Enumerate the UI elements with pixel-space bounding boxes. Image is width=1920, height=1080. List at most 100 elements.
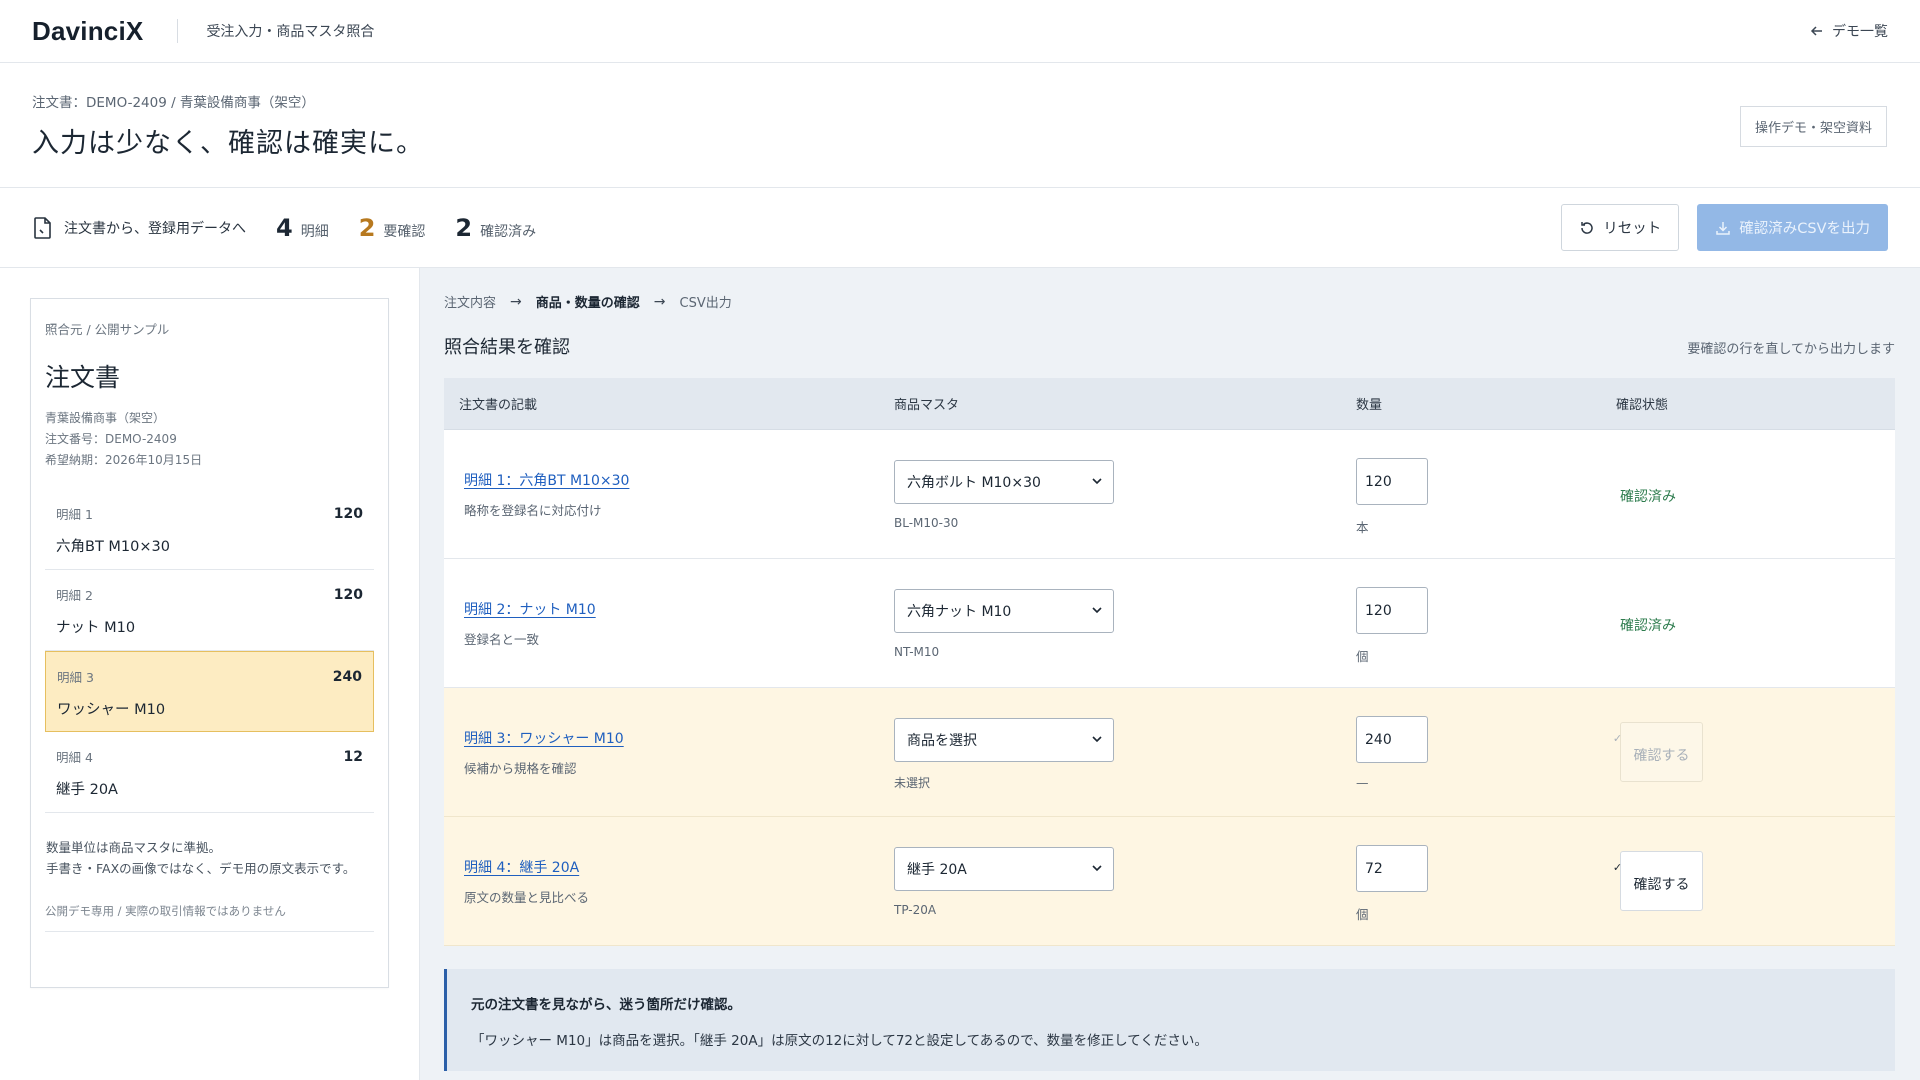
section-hint: 要確認の行を直してから出力します [1687,342,1895,357]
main-area: 照合元 / 公開サンプル 注文書 青葉設備商事（架空） 注文番号：DEMO-24… [0,268,1920,1080]
top-bar: DavinciX 受注入力・商品マスタ照合 デモ一覧 [0,0,1920,63]
line-note: 登録名と一致 [464,632,540,647]
flow-label-text: 注文書から、登録用データへ [64,220,246,237]
check-icon: ✓ [1612,732,1623,745]
quantity-unit: 個 [1356,907,1369,922]
col-quantity: 数量 [1356,398,1383,413]
stat-needs-review: 2 要確認 [359,214,426,242]
doc-item-name: ワッシャー M10 [57,702,166,718]
product-select[interactable]: 商品を選択 [894,718,1114,762]
chevron-down-icon [1092,736,1102,743]
line-link[interactable]: 明細 2：ナット M10 [464,599,894,619]
doc-item-name: 継手 20A [56,782,118,798]
document-icon [34,216,51,239]
confirm-label: 確認する [1633,877,1690,893]
quantity-input[interactable]: 120 [1356,458,1428,505]
doc-item[interactable]: 明細 4 12 継手 20A [45,732,374,813]
check-icon: ✓ [1612,861,1623,874]
table-row: 明細 1：六角BT M10×30 略称を登録名に対応付け 六角ボルト M10×3… [444,430,1895,559]
app-subtitle: 受注入力・商品マスタ照合 [206,24,375,40]
doc-item-name: ナット M10 [56,620,136,636]
quantity-unit: — [1356,775,1369,790]
doc-item-qty: 12 [343,749,363,765]
quantity-input[interactable]: 240 [1356,716,1428,763]
doc-footer: 公開デモ専用 / 実際の取引情報ではありません [45,903,374,932]
page-title: 入力は少なく、確認は確実に。 [32,128,424,159]
doc-item[interactable]: 明細 2 120 ナット M10 [45,570,374,651]
doc-item-line: 明細 1 [56,507,93,522]
doc-item-line: 明細 2 [56,588,93,603]
stat-needs-review-count: 2 [358,213,376,242]
demo-badge: 操作デモ・架空資料 [1739,106,1887,147]
product-select[interactable]: 六角ボルト M10×30 [894,460,1114,504]
guidance-notice: 元の注文書を見ながら、迷う箇所だけ確認。 「ワッシャー M10」は商品を選択。「… [444,969,1895,1071]
col-order-entry: 注文書の記載 [459,398,538,413]
stat-needs-review-label: 要確認 [383,223,426,240]
doc-due-date: 希望納期：2026年10月15日 [45,453,203,467]
table-row-needs-review: 明細 4：継手 20A 原文の数量と見比べる 継手 20A TP-20A 72 … [444,817,1895,946]
stat-confirmed-count: 2 [455,213,473,242]
doc-order-no: 注文番号：DEMO-2409 [45,432,177,446]
app-logo[interactable]: DavinciX [32,16,143,47]
step-indicator: 注文内容 → 商品・数量の確認 → CSV出力 [444,292,1895,312]
doc-item-qty: 120 [333,587,363,603]
stat-confirmed: 2 確認済み [455,214,536,242]
doc-source: 照合元 / 公開サンプル [45,322,170,337]
doc-item-qty: 240 [332,669,362,685]
line-link[interactable]: 明細 1：六角BT M10×30 [464,470,894,490]
export-csv-button[interactable]: 確認済みCSVを出力 [1697,204,1888,251]
quantity-input[interactable]: 72 [1356,845,1428,892]
table-header: 注文書の記載 商品マスタ 数量 確認状態 [444,378,1895,430]
product-code: NT-M10 [894,645,940,659]
match-table: 注文書の記載 商品マスタ 数量 確認状態 明細 1：六角BT M10×30 略称… [444,378,1895,946]
line-note: 原文の数量と見比べる [464,890,590,905]
toolbar: 注文書から、登録用データへ 4 明細 2 要確認 2 確認済み リセット 確認済… [0,188,1920,268]
step-product-quantity: 商品・数量の確認 [535,296,640,311]
back-to-demo-list-link[interactable]: デモ一覧 [1810,21,1888,41]
col-product-master: 商品マスタ [894,398,960,413]
line-link[interactable]: 明細 3：ワッシャー M10 [464,728,894,748]
quantity-input[interactable]: 120 [1356,587,1428,634]
download-icon [1716,221,1730,235]
reset-button[interactable]: リセット [1561,204,1680,251]
doc-item-highlighted[interactable]: 明細 3 240 ワッシャー M10 [45,651,374,732]
doc-note-line: 手書き・FAXの画像ではなく、デモ用の原文表示です。 [46,861,356,876]
table-row: 明細 2：ナット M10 登録名と一致 六角ナット M10 NT-M10 120… [444,559,1895,688]
doc-item-qty: 120 [333,506,363,522]
product-code: 未選択 [894,776,931,790]
doc-item[interactable]: 明細 1 120 六角BT M10×30 [45,489,374,570]
review-panel: 注文内容 → 商品・数量の確認 → CSV出力 照合結果を確認 要確認の行を直し… [420,268,1920,1080]
chevron-down-icon [1092,607,1102,614]
reset-icon [1581,221,1593,234]
section-title: 照合結果を確認 [444,337,570,358]
product-select-value: 六角ナット M10 [907,604,1012,620]
line-link[interactable]: 明細 4：継手 20A [464,857,894,877]
notice-body: 「ワッシャー M10」は商品を選択。「継手 20A」は原文の12に対して72と設… [471,1033,1208,1049]
breadcrumb: 注文書：DEMO-2409 / 青葉設備商事（架空） [32,95,315,111]
chevron-down-icon [1092,478,1102,485]
notice-title: 元の注文書を見ながら、迷う箇所だけ確認。 [471,997,741,1013]
export-label: 確認済みCSVを出力 [1739,221,1870,237]
product-select-value: 継手 20A [907,862,967,878]
doc-item-line: 明細 4 [56,750,93,765]
doc-item-line: 明細 3 [57,670,94,685]
confirm-button[interactable]: ✓ 確認する [1613,851,1703,911]
stat-lines: 4 明細 [276,214,329,242]
arrow-right-icon: → [510,293,522,310]
document-panel: 照合元 / 公開サンプル 注文書 青葉設備商事（架空） 注文番号：DEMO-24… [0,268,420,1080]
product-select[interactable]: 継手 20A [894,847,1114,891]
flow-label: 注文書から、登録用データへ [32,216,246,240]
product-select[interactable]: 六角ナット M10 [894,589,1114,633]
stat-confirmed-label: 確認済み [480,223,537,240]
chevron-down-icon [1092,865,1102,872]
doc-items: 明細 1 120 六角BT M10×30 明細 2 120 ナット M10 明細… [45,489,374,813]
reset-label: リセット [1603,221,1662,237]
doc-item-name: 六角BT M10×30 [56,539,170,555]
confirm-button-disabled[interactable]: ✓ 確認する [1613,722,1703,782]
step-csv-output: CSV出力 [679,296,732,311]
status-confirmed: 確認済み [1620,618,1676,634]
product-select-value: 商品を選択 [907,733,977,749]
page-header: 注文書：DEMO-2409 / 青葉設備商事（架空） 入力は少なく、確認は確実に… [0,63,1920,188]
arrow-right-icon: → [653,293,666,310]
product-select-value: 六角ボルト M10×30 [907,475,1041,491]
